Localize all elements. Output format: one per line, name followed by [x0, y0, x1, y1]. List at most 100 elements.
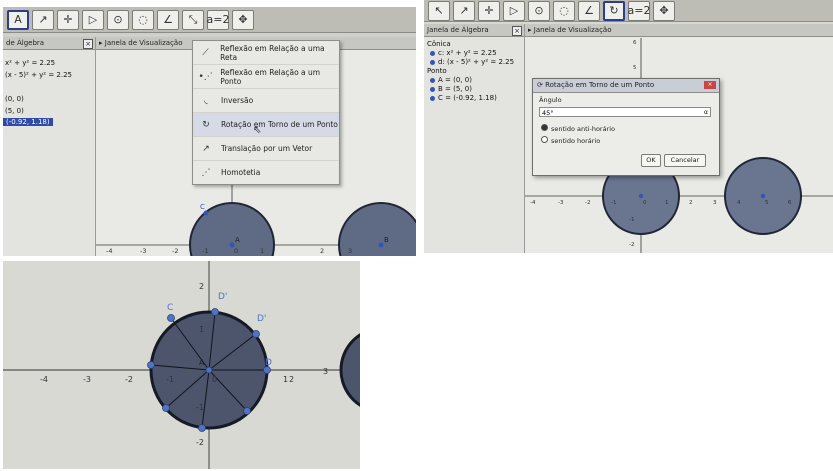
axis-tick-label: -2 — [172, 247, 178, 255]
point-label: A — [199, 358, 205, 367]
algebra-line-c[interactable]: c: x² + y² = 2.25 — [430, 49, 497, 57]
conic-tool-button[interactable]: ◌ — [553, 0, 575, 21]
axis-tick-label: -1 — [629, 217, 634, 223]
algebra-line-b[interactable]: B = (5, 0) — [430, 85, 472, 93]
reflect-point-icon: •⋰ — [198, 71, 213, 82]
axis-tick-label: -2 — [629, 242, 634, 248]
move-tool-button[interactable]: A — [7, 9, 29, 30]
menu-item-rotate-point[interactable]: ↻ Rotação em Torno de um Ponto ⇖ — [193, 113, 339, 137]
algebra-line-text: B = (5, 0) — [438, 85, 472, 93]
point-a[interactable] — [205, 366, 213, 374]
visibility-dot-icon[interactable] — [430, 86, 435, 92]
close-icon[interactable]: × — [704, 81, 716, 89]
move-view-tool-button[interactable]: ✥ — [232, 9, 254, 30]
algebra-line-c[interactable]: x² + y² = 2.25 — [5, 59, 55, 67]
menu-item-label: Inversão — [221, 96, 254, 105]
algebra-line-text: c: x² + y² = 2.25 — [438, 49, 497, 57]
rotated-point[interactable] — [243, 407, 251, 415]
algebra-line-c-point[interactable]: C = (-0.92, 1.18) — [430, 94, 497, 102]
algebra-view: Janela de Álgebra × Cônica c: x² + y² = 2… — [424, 24, 525, 253]
axis-tick-label: 1 — [199, 325, 204, 334]
rotate-icon: ⟳ — [537, 81, 546, 89]
axis-tick-label: 2 — [320, 247, 324, 255]
point-d-prime[interactable] — [211, 308, 219, 316]
point-header: Ponto — [427, 67, 447, 75]
axis-tick-label: -3 — [140, 247, 146, 255]
radio-unselected-icon[interactable] — [541, 136, 548, 143]
axis-tick-label: 2 — [689, 200, 693, 206]
line-tool-button[interactable]: ↗ — [32, 9, 54, 30]
point-label-c: C — [200, 203, 205, 211]
menu-item-translate-vector[interactable]: ↗ Translação por um Vetor — [193, 137, 339, 161]
circle-tool-button[interactable]: ⊙ — [528, 0, 550, 21]
angle-input-value: 45° — [542, 109, 554, 117]
polygon-tool-button[interactable]: ▷ — [503, 0, 525, 21]
slider-tool-button[interactable]: a=2 — [628, 0, 650, 21]
slider-tool-button[interactable]: a=2 — [207, 9, 229, 30]
conic-tool-button[interactable]: ◌ — [132, 9, 154, 30]
axis-tick-label: -1 — [202, 247, 208, 255]
angle-tool-button[interactable]: ∠ — [578, 0, 600, 21]
line-tool-button[interactable]: ↗ — [453, 0, 475, 21]
rotated-point[interactable] — [198, 424, 206, 432]
algebra-line-a[interactable]: A = (0, 0) — [430, 76, 472, 84]
alpha-icon[interactable]: α — [704, 108, 708, 118]
rotate-tool-button[interactable]: ↻ — [603, 0, 625, 21]
axis-tick-label: 5 — [765, 200, 769, 206]
axis-tick-label: -3 — [558, 200, 564, 206]
axis-tick-label: 5 — [633, 65, 637, 71]
point-c[interactable] — [167, 314, 175, 322]
axis-tick-label: 4 — [737, 200, 741, 206]
rotated-point[interactable] — [162, 404, 170, 412]
point-a[interactable] — [638, 193, 644, 199]
menu-item-reflect-point[interactable]: •⋰ Reflexão em Relação a um Ponto — [193, 65, 339, 89]
cancel-button[interactable]: Cancelar — [664, 154, 706, 167]
axis-tick-label: -2 — [585, 200, 590, 206]
radio-label: sentido horário — [551, 137, 601, 145]
axis-tick-label: 2 — [289, 375, 294, 384]
point-b[interactable] — [760, 193, 766, 199]
visibility-dot-icon[interactable] — [430, 95, 435, 101]
axis-tick-label: 0 — [212, 375, 217, 384]
close-icon[interactable]: × — [512, 26, 522, 36]
translate-vector-icon: ↗ — [202, 143, 210, 154]
algebra-line-d[interactable]: (x - 5)² + y² = 2.25 — [5, 71, 72, 79]
ok-button[interactable]: OK — [641, 154, 661, 167]
menu-item-reflect-line[interactable]: ⟋ Reflexão em Relação a uma Reta — [193, 41, 339, 65]
mouse-cursor-icon: ⇖ — [253, 125, 262, 136]
radio-ccw[interactable]: sentido anti-horário — [541, 124, 615, 133]
point-b[interactable] — [378, 242, 384, 248]
menu-item-inversion[interactable]: ◟ Inversão — [193, 89, 339, 113]
toolbar: ↖ ↗ ✛ ▷ ⊙ ◌ ∠ ↻ a=2 ✥ — [424, 0, 833, 22]
visibility-dot-icon[interactable] — [430, 59, 435, 65]
algebra-line-text: A = (0, 0) — [438, 76, 472, 84]
visibility-dot-icon[interactable] — [430, 50, 435, 56]
algebra-line-a[interactable]: (0, 0) — [5, 95, 24, 103]
point-c[interactable] — [203, 210, 209, 216]
algebra-view-title: Janela de Álgebra — [427, 26, 489, 34]
menu-item-label: Reflexão em Relação a um Ponto — [220, 67, 321, 86]
angle-input[interactable]: 45° α — [539, 107, 711, 117]
perpendicular-tool-button[interactable]: ✛ — [478, 0, 500, 21]
circle-tool-button[interactable]: ⊙ — [107, 9, 129, 30]
point-d-prime-2[interactable] — [252, 330, 260, 338]
algebra-line-d[interactable]: d: (x - 5)² + y² = 2.25 — [430, 58, 514, 66]
rotated-point[interactable] — [147, 361, 155, 369]
transform-tool-button[interactable]: ⤡ — [182, 9, 204, 30]
visibility-dot-icon[interactable] — [430, 77, 435, 83]
move-tool-button[interactable]: ↖ — [428, 0, 450, 21]
algebra-line-b[interactable]: (5, 0) — [5, 107, 24, 115]
radio-selected-icon[interactable] — [541, 124, 548, 131]
point-label: C — [167, 303, 173, 313]
point-label: D — [265, 358, 272, 368]
radio-cw[interactable]: sentido horário — [541, 136, 600, 145]
axis-tick-label: 3 — [323, 367, 328, 376]
polygon-tool-button[interactable]: ▷ — [82, 9, 104, 30]
close-icon[interactable]: × — [83, 39, 93, 49]
menu-item-dilate[interactable]: ⋰ Homotetia — [193, 161, 339, 184]
algebra-line-c-selected[interactable]: (-0.92, 1.18) — [3, 118, 53, 126]
perpendicular-tool-button[interactable]: ✛ — [57, 9, 79, 30]
graphics-canvas[interactable]: C D' D' D A -4 -3 -2 -1 0 1 3 2 1 -1 -2 … — [3, 261, 360, 469]
move-view-tool-button[interactable]: ✥ — [653, 0, 675, 21]
angle-tool-button[interactable]: ∠ — [157, 9, 179, 30]
